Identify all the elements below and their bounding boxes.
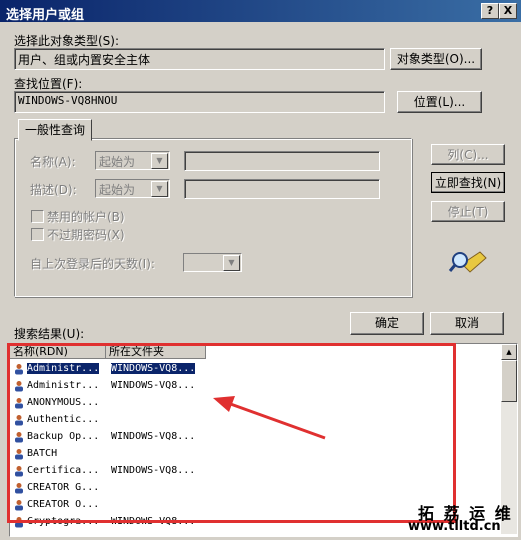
ok-button[interactable]: 确定 <box>350 312 424 335</box>
description-label: 描述(D): <box>30 183 77 197</box>
scroll-up-icon[interactable]: ▲ <box>501 344 517 360</box>
description-mode-select[interactable]: 起始为 ▼ <box>95 179 170 198</box>
description-input[interactable] <box>184 179 380 199</box>
location-label: 查找位置(F): <box>14 77 83 91</box>
cancel-button[interactable]: 取消 <box>430 312 504 335</box>
non-expiring-password-label: 不过期密码(X) <box>47 228 125 242</box>
name-label: 名称(A): <box>30 155 76 169</box>
disabled-accounts-checkbox[interactable] <box>31 210 44 223</box>
help-button[interactable]: ? <box>481 3 499 19</box>
object-type-label: 选择此对象类型(S): <box>14 34 120 48</box>
search-results-label: 搜索结果(U): <box>14 327 85 341</box>
chevron-down-icon: ▼ <box>223 255 240 271</box>
annotation-arrow <box>213 396 326 440</box>
location-field: WINDOWS-VQ8HNOU <box>14 91 385 113</box>
name-mode-select[interactable]: 起始为 ▼ <box>95 151 170 170</box>
object-types-button[interactable]: 对象类型(O)... <box>390 48 482 70</box>
search-flashlight-icon <box>448 246 488 276</box>
disabled-accounts-label: 禁用的帐户(B) <box>47 210 125 224</box>
name-input[interactable] <box>184 151 380 171</box>
close-button[interactable]: X <box>499 3 517 19</box>
watermark-url: www.tlltd.cn <box>408 519 501 534</box>
days-since-logon-label: 自上次登录后的天数(I): <box>30 257 155 271</box>
object-type-field: 用户、组或内置安全主体 <box>14 48 385 70</box>
tab-general-query[interactable]: 一般性查询 <box>18 119 92 141</box>
scroll-thumb[interactable] <box>501 360 517 402</box>
locations-button[interactable]: 位置(L)... <box>397 91 482 113</box>
chevron-down-icon: ▼ <box>151 153 168 169</box>
window-title: 选择用户或组 <box>6 8 85 23</box>
chevron-down-icon: ▼ <box>151 181 168 197</box>
stop-button[interactable]: 停止(T) <box>431 201 505 222</box>
columns-button[interactable]: 列(C)... <box>431 144 505 165</box>
days-since-logon-select[interactable]: ▼ <box>183 253 242 272</box>
non-expiring-password-checkbox[interactable] <box>31 228 44 241</box>
find-now-button[interactable]: 立即查找(N) <box>431 172 505 193</box>
